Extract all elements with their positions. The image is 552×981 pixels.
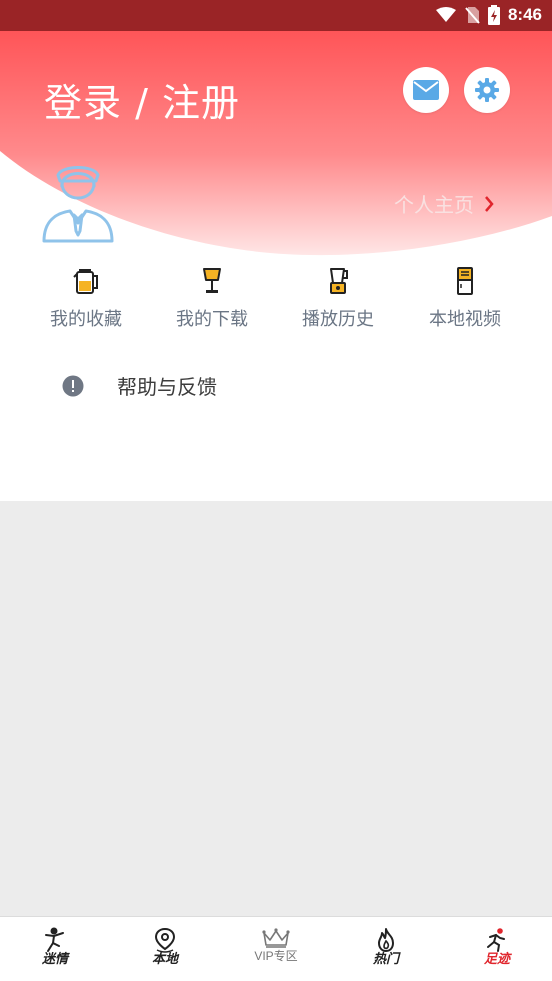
info-icon <box>62 375 84 396</box>
crown-icon <box>262 928 290 948</box>
kettle-icon <box>73 269 98 294</box>
quick-action-label: 本地视频 <box>429 309 501 330</box>
dancer-icon <box>45 927 64 952</box>
runner-icon <box>487 928 505 952</box>
nav-label: VIP专区 <box>254 949 298 963</box>
messages-button[interactable] <box>403 67 449 113</box>
settings-button[interactable] <box>464 67 510 113</box>
quick-action-favorites[interactable]: 我的收藏 <box>31 266 141 331</box>
status-bar: 8:46 <box>0 0 552 31</box>
status-icons: 8:46 <box>435 5 542 25</box>
avatar[interactable] <box>40 161 116 243</box>
nav-item-miqing[interactable]: 迷情 <box>0 917 110 981</box>
bottom-nav: 迷情 本地 VIP专区 热门 足迹 <box>0 916 552 981</box>
status-time: 8:46 <box>507 5 542 24</box>
help-feedback-label: 帮助与反馈 <box>117 375 217 399</box>
quick-actions: 我的收藏 我的下载 播放历史 本地视频 <box>0 266 552 346</box>
profile-link[interactable]: 个人主页 <box>394 189 494 218</box>
quick-action-label: 我的下载 <box>176 309 248 330</box>
wifi-icon <box>435 7 456 22</box>
fridge-icon <box>457 267 473 295</box>
chevron-right-icon <box>485 195 494 212</box>
flame-icon <box>378 928 394 952</box>
nav-item-footprints[interactable]: 足迹 <box>442 917 552 981</box>
mail-icon <box>413 80 439 100</box>
nav-label: 热门 <box>372 952 399 967</box>
nav-item-vip[interactable]: VIP专区 <box>221 917 331 981</box>
help-feedback-row[interactable]: 帮助与反馈 <box>62 371 217 400</box>
battery-charging-icon <box>487 5 500 25</box>
quick-action-label: 我的收藏 <box>50 309 122 330</box>
no-sim-icon <box>465 7 480 24</box>
quick-action-history[interactable]: 播放历史 <box>283 266 393 331</box>
profile-link-label: 个人主页 <box>394 193 474 217</box>
quick-action-local-videos[interactable]: 本地视频 <box>410 266 520 331</box>
profile-header: 登录 / 注册 个人主页 我的收藏 我的下载 播放历史 本地视频 帮助与反馈 <box>0 31 552 501</box>
gear-icon <box>475 78 499 102</box>
quick-action-label: 播放历史 <box>302 309 374 330</box>
nav-label: 迷情 <box>41 952 68 967</box>
nav-item-hot[interactable]: 热门 <box>331 917 441 981</box>
nav-label: 本地 <box>151 952 178 967</box>
nav-item-local[interactable]: 本地 <box>110 917 220 981</box>
login-register-title[interactable]: 登录 / 注册 <box>44 72 240 127</box>
location-pin-icon <box>154 927 176 953</box>
nav-label: 足迹 <box>483 952 510 967</box>
quick-action-downloads[interactable]: 我的下载 <box>157 266 267 331</box>
blender-icon <box>330 268 348 294</box>
lamp-icon <box>203 268 221 293</box>
